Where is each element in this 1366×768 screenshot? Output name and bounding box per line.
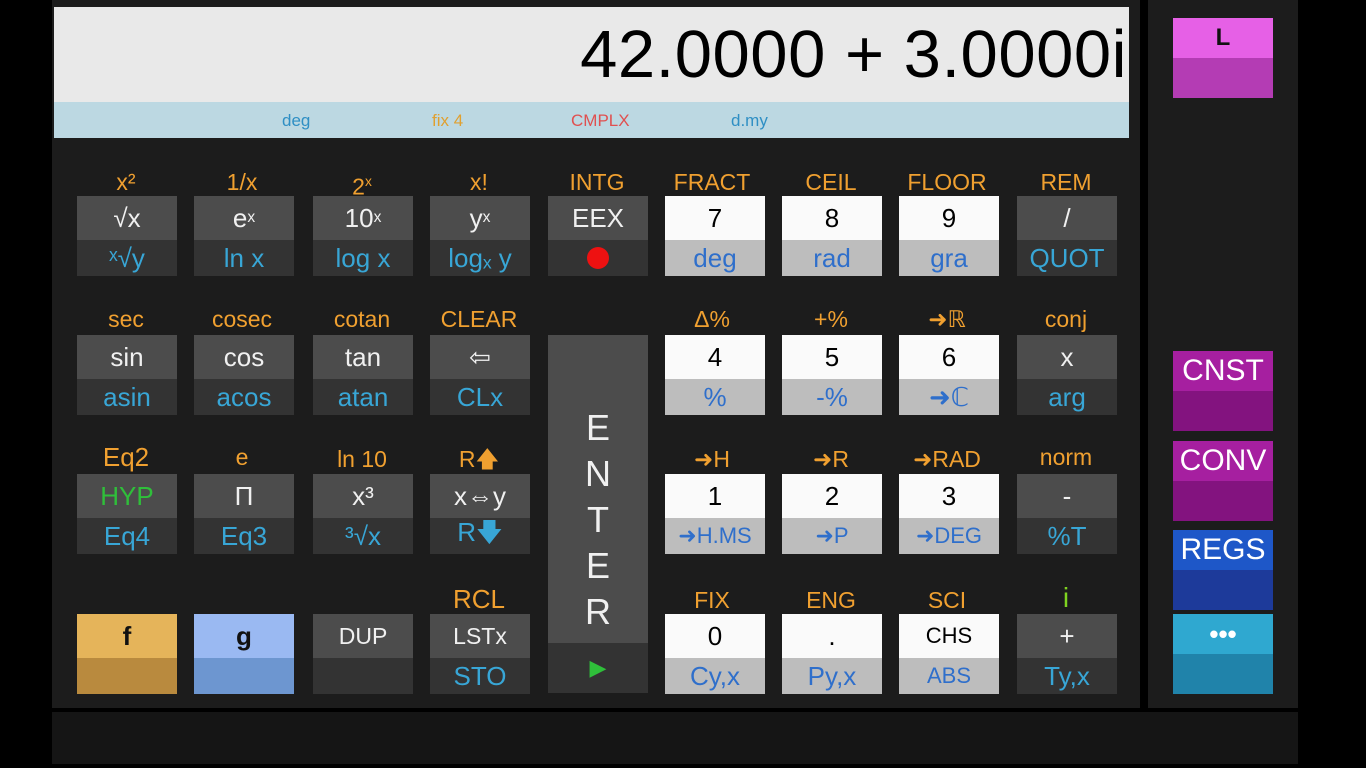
conversions-button[interactable]: CONV [1173, 441, 1273, 521]
digit-9-key[interactable]: 9 gra [899, 196, 999, 276]
label-ln10: ln 10 [337, 446, 387, 472]
more-button[interactable]: ••• [1173, 614, 1273, 694]
digit-8-key[interactable]: 8 rad [782, 196, 882, 276]
subtract-key[interactable]: - %T [1017, 474, 1117, 554]
label-eng: ENG [806, 587, 856, 613]
add-key[interactable]: + Ty,x [1017, 614, 1117, 694]
power-key[interactable]: yx logₓ y [430, 196, 530, 276]
label-sci: SCI [927, 587, 967, 613]
display-value: 42.0000 + 3.0000i [580, 17, 1127, 92]
dup-key[interactable]: DUP [313, 614, 413, 694]
digit-5-key[interactable]: 5 -% [782, 335, 882, 415]
l-button[interactable]: L [1173, 18, 1273, 98]
constants-button[interactable]: CNST [1173, 351, 1273, 431]
label-rcl: RCL [452, 584, 505, 614]
backspace-key[interactable]: ⇦ CLx [430, 335, 530, 415]
digit-6-key[interactable]: 6 ➜ℂ [899, 335, 999, 415]
cos-key[interactable]: cos acos [194, 335, 294, 415]
label-to-real: ➜ℝ [928, 306, 966, 332]
status-display-format: fix 4 [432, 111, 464, 130]
label-plus-percent: +% [814, 306, 848, 332]
label-floor: FLOOR [907, 169, 987, 195]
label-clear: CLEAR [440, 306, 518, 332]
enter-label: E N T E R [585, 407, 611, 632]
digit-0-key[interactable]: 0 Cy,x [665, 614, 765, 694]
eex-key[interactable]: EEX [548, 196, 648, 276]
label-e: e [235, 444, 249, 470]
label-fix: FIX [694, 587, 730, 613]
run-icon: ▶ [548, 643, 648, 693]
label-ceil: CEIL [805, 169, 857, 195]
chs-key[interactable]: CHS ABS [899, 614, 999, 694]
label-to-hours: ➜H [694, 446, 730, 472]
digit-2-key[interactable]: 2 ➜P [782, 474, 882, 554]
label-roll-up: R🡅 [458, 446, 500, 472]
f-shift-key[interactable]: f [77, 614, 177, 694]
label-factorial: x! [470, 169, 488, 195]
status-date-format: d.my [731, 111, 768, 130]
label-sec: sec [108, 306, 144, 332]
digit-4-key[interactable]: 4 % [665, 335, 765, 415]
hyp-key[interactable]: HYP Eq4 [77, 474, 177, 554]
digit-7-key[interactable]: 7 deg [665, 196, 765, 276]
label-to-rect: ➜R [813, 446, 849, 472]
display: 42.0000 + 3.0000i deg fix 4 CMPLX d.my [54, 7, 1129, 138]
label-cotan: cotan [333, 306, 391, 332]
label-reciprocal: 1/x [226, 169, 258, 195]
pow10-key[interactable]: 10 x log x [313, 196, 413, 276]
sin-key[interactable]: sin asin [77, 335, 177, 415]
record-icon [587, 247, 609, 269]
app-bar [52, 712, 1298, 764]
enter-key[interactable]: E N T E R ▶ [548, 335, 648, 693]
label-imaginary: i [1062, 582, 1070, 613]
status-bar: deg fix 4 CMPLX d.my [54, 102, 1129, 138]
pi-key[interactable]: Π Eq3 [194, 474, 294, 554]
more-icon: ••• [1173, 614, 1273, 654]
digit-1-key[interactable]: 1 ➜H.MS [665, 474, 765, 554]
cube-key[interactable]: x³ ³√x [313, 474, 413, 554]
digit-3-key[interactable]: 3 ➜DEG [899, 474, 999, 554]
registers-button[interactable]: REGS [1173, 530, 1273, 610]
label-rem: REM [1040, 169, 1092, 195]
status-complex-mode: CMPLX [571, 111, 630, 130]
label-cosec: cosec [211, 306, 273, 332]
label-conj: conj [1044, 306, 1088, 332]
label-to-rad: ➜RAD [913, 446, 981, 472]
label-delta-percent: Δ% [694, 306, 730, 332]
divide-key[interactable]: / QUOT [1017, 196, 1117, 276]
backspace-icon: ⇦ [430, 335, 530, 379]
label-square: x² [116, 169, 136, 195]
multiply-key[interactable]: x arg [1017, 335, 1117, 415]
g-shift-key[interactable]: g [194, 614, 294, 694]
label-fract: FRACT [673, 169, 751, 195]
label-norm: norm [1039, 444, 1093, 470]
label-eq2: Eq2 [102, 442, 150, 472]
label-intg: INTG [569, 169, 625, 195]
swap-xy-key[interactable]: x⇔y R🡇 [430, 474, 530, 554]
decimal-point-key[interactable]: . Py,x [782, 614, 882, 694]
lastx-key[interactable]: LSTx STO [430, 614, 530, 694]
exp-key[interactable]: ex ln x [194, 196, 294, 276]
display-main: 42.0000 + 3.0000i [54, 7, 1129, 102]
tan-key[interactable]: tan atan [313, 335, 413, 415]
sqrt-key[interactable]: √x ˣ√y [77, 196, 177, 276]
status-angle-mode: deg [282, 111, 311, 130]
